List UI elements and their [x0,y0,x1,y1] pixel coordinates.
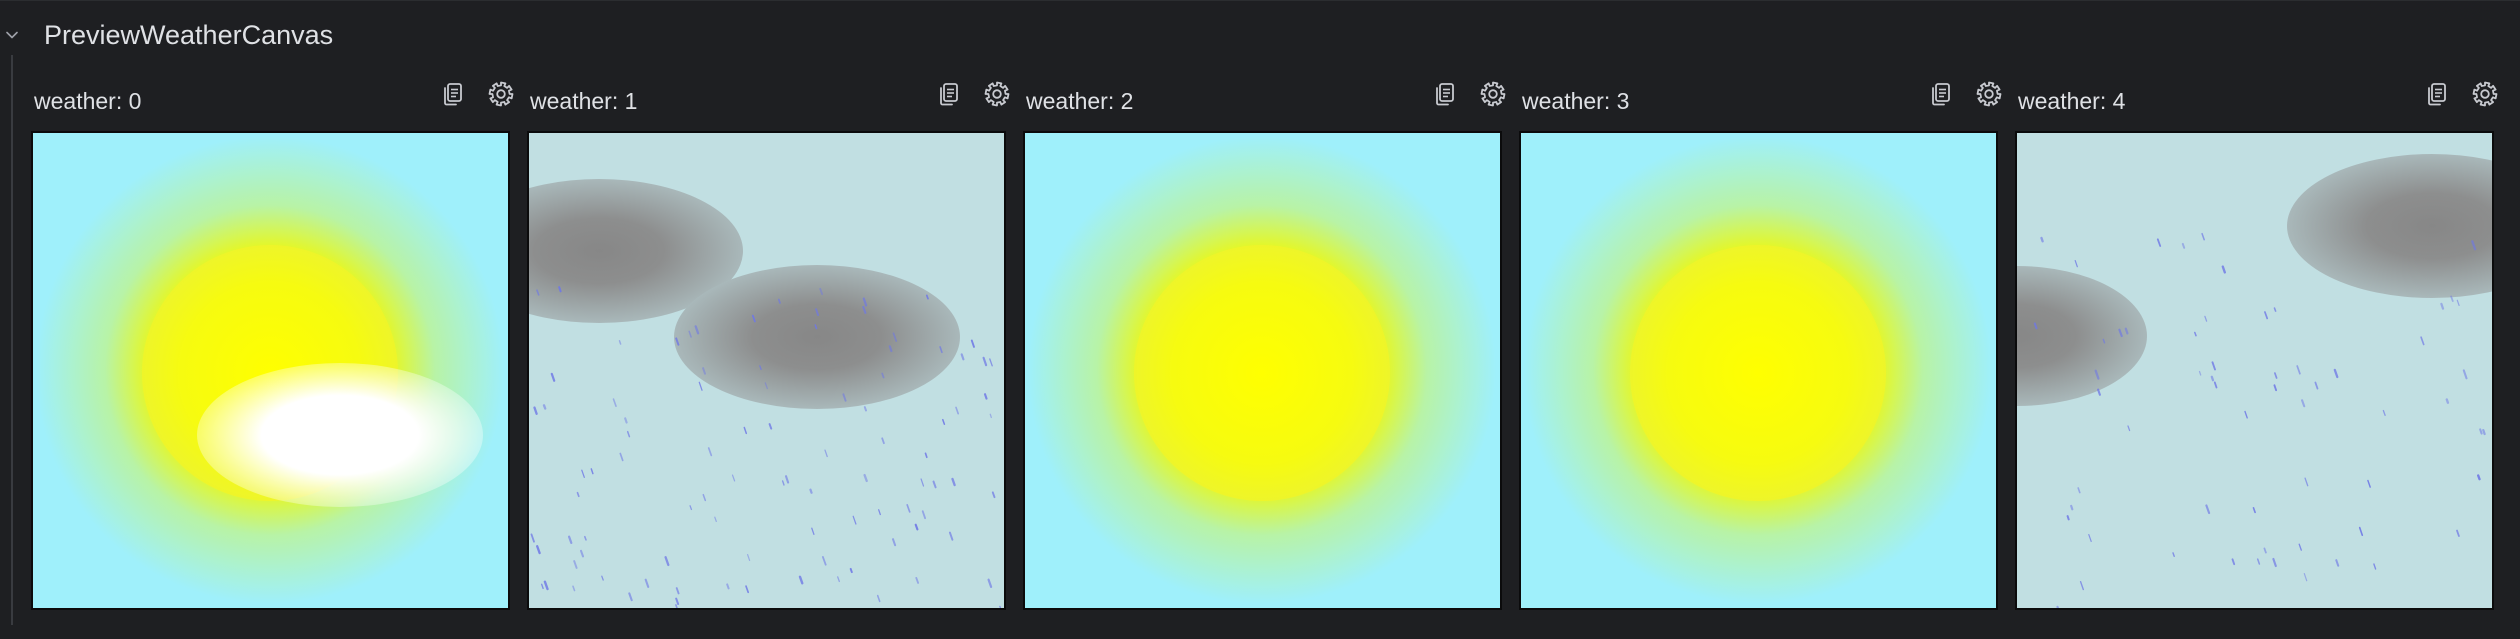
weather-canvas-image [1025,133,1500,608]
rain-drop [2273,307,2277,312]
copy-icon [2428,83,2446,106]
preview-label: weather: 2 [1026,88,1134,114]
rain-drop [2181,242,2186,249]
rain-drop [558,286,562,293]
copy-button[interactable] [434,75,472,113]
rain-drop [2124,327,2129,335]
chevron-down-icon[interactable] [6,29,18,41]
rain-drop [777,298,781,304]
gear-icon [984,81,1010,107]
group-title: PreviewWeatherCanvas [44,20,334,50]
rain-drop [2070,504,2074,511]
settings-button[interactable] [482,75,520,113]
rain-drop [2040,236,2044,243]
rain-drop [2477,474,2481,481]
copy-icon [1932,83,1950,106]
preview-weather-3: weather: 3 [1519,67,2002,613]
settings-button[interactable] [978,75,1016,113]
copy-button[interactable] [1426,75,1464,113]
weather-canvas [1519,131,1998,610]
rain-drop [888,345,893,353]
weather-canvas-image [2017,133,2492,608]
rain-drop [863,406,867,412]
rain-drop [618,340,622,345]
copy-button[interactable] [1922,75,1960,113]
gear-icon [488,81,514,107]
weather-canvas [2015,131,2494,610]
preview-weather-0: weather: 0 [31,67,514,613]
gear-icon [2472,81,2498,107]
gear-icon [1480,81,1506,107]
rain-drop [2482,428,2486,436]
tree-guide-line [11,55,13,625]
rain-drop [809,488,813,494]
preview-weather-2: weather: 2 [1023,67,1506,613]
preview-label: weather: 0 [34,88,142,114]
rain-drop [983,393,988,400]
settings-button[interactable] [2466,75,2504,113]
rain-drop [542,404,547,410]
weather-canvas-image [529,133,1004,608]
weather-canvas-image [1521,133,1996,608]
rain-drop [2440,302,2445,310]
copy-button[interactable] [2418,75,2456,113]
rain-drop [726,583,730,590]
rain-drop [2066,515,2070,521]
rain-drop [584,535,587,541]
weather-canvas [1023,131,1502,610]
settings-button[interactable] [1474,75,1512,113]
copy-icon [444,83,462,106]
preview-weather-1: weather: 1 [527,67,1010,613]
preview-label: weather: 1 [530,88,638,114]
copy-icon [940,83,958,106]
copy-button[interactable] [930,75,968,113]
rain-drop [2210,375,2215,382]
rain-drop [2479,428,2483,435]
weather-canvas [31,131,510,610]
weather-canvas [527,131,1006,610]
preview-label: weather: 3 [1522,88,1630,114]
rain-drop [849,567,853,574]
rain-drop [624,417,628,424]
copy-icon [1436,83,1454,106]
rain-drop [925,294,929,300]
gear-icon [1976,81,2002,107]
settings-button[interactable] [1970,75,2008,113]
rain-drop [2445,398,2450,404]
preview-panel: PreviewWeatherCanvas weather: 0 weather:… [0,0,2520,639]
preview-label: weather: 4 [2018,88,2126,114]
weather-canvas-image [33,133,508,608]
preview-weather-4: weather: 4 [2015,67,2498,613]
